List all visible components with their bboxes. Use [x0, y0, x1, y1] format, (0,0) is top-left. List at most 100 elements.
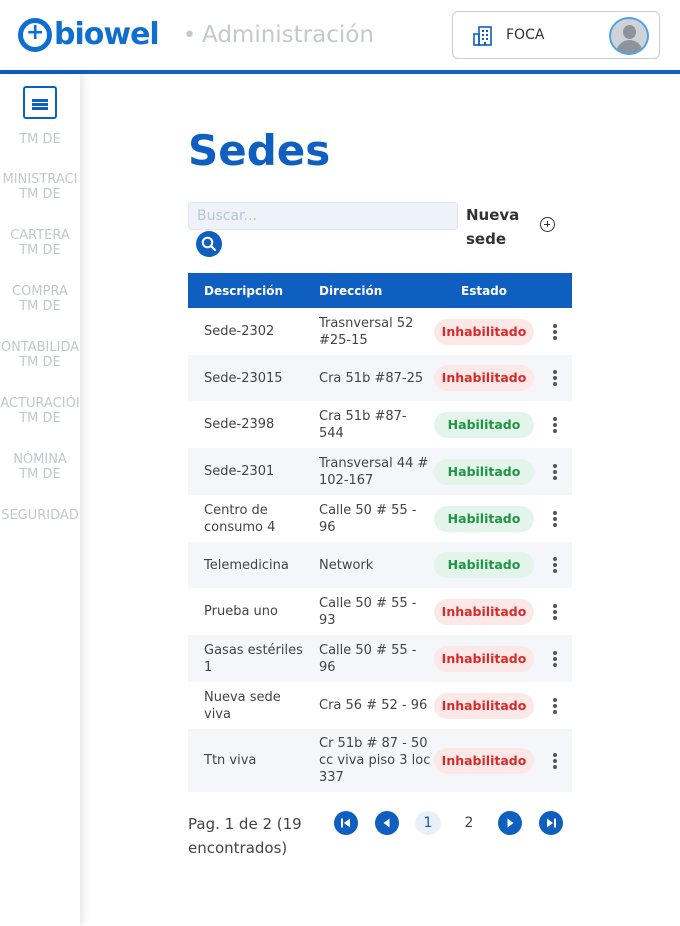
organization-name: FOCA: [506, 27, 545, 43]
menu-toggle-button[interactable]: [23, 86, 57, 119]
sidebar-item-label: CARTERA: [10, 228, 70, 243]
column-header-direccion: Dirección: [319, 284, 383, 298]
cell-direccion: Calle 50 # 55 - 96: [319, 502, 417, 535]
user-avatar[interactable]: [609, 17, 649, 55]
brand-logo[interactable]: biowel: [18, 17, 160, 52]
table-row: Centro de consumo 4 Calle 50 # 55 - 96 Hab…: [188, 495, 572, 542]
sidebar-item-label: MINISTRACI: [2, 172, 78, 187]
cell-descripcion: Nueva sede viva: [204, 689, 281, 722]
sidebar-item-label: NÓMINA: [13, 452, 67, 467]
cell-direccion: Calle 50 # 55 - 96: [319, 642, 417, 675]
cell-direccion: Cra 51b #87-544: [319, 408, 407, 441]
sidebar-item-label: SEGURIDAD: [1, 508, 79, 523]
status-badge: Inhabilitado: [434, 598, 534, 625]
section-name: Administración: [201, 22, 374, 48]
organization-selector[interactable]: FOCA: [452, 11, 660, 59]
cell-direccion: Cr 51b # 87 - 50 cc viva piso 3 loc 337: [319, 736, 431, 785]
row-actions-icon[interactable]: [548, 555, 562, 575]
table-header: Descripción Dirección Estado: [188, 273, 572, 308]
sidebar-item-sublabel: TM DE: [19, 411, 61, 426]
cell-descripcion: Sede-2301: [204, 464, 275, 479]
sidebar-item-sublabel: TM DE: [19, 243, 61, 258]
status-badge: Inhabilitado: [434, 747, 534, 774]
table-row: Sede-2301 Transversal 44 # 102-167 Habilit…: [188, 448, 572, 495]
table-row: Nueva sede viva Cra 56 # 52 - 96 Inhabilit…: [188, 682, 572, 729]
page-number-2[interactable]: 2: [456, 811, 482, 835]
page-number-1[interactable]: 1: [415, 811, 441, 835]
page-title: Sedes: [188, 126, 331, 175]
sidebar-item-contabilidad[interactable]: ONTABILIDA TM DE: [0, 340, 80, 370]
building-icon: [473, 26, 492, 46]
table-row: Sede-2302 Trasnversal 52 #25-15 Inhabilita…: [188, 308, 572, 355]
sidebar-item-compra[interactable]: COMPRA TM DE: [0, 284, 80, 314]
cell-direccion: Cra 56 # 52 - 96: [319, 698, 428, 713]
status-badge: Habilitado: [434, 458, 534, 485]
sidebar-item-label: ONTABILIDA: [0, 340, 80, 355]
search-icon: [201, 236, 217, 252]
first-page-icon: [341, 818, 350, 828]
sidebar-item-nomina[interactable]: NÓMINA TM DE: [0, 452, 80, 482]
chevron-left-icon: [383, 818, 390, 828]
first-page-button[interactable]: [334, 811, 358, 835]
add-circle-icon[interactable]: [540, 217, 555, 232]
pagination-info: Pag. 1 de 2 (19 encontrados): [188, 815, 302, 857]
chevron-right-icon: [507, 818, 514, 828]
sidebar-item-facturacion[interactable]: ACTURACIÓI TM DE: [0, 396, 80, 426]
cell-descripcion: Gasas estériles 1: [204, 642, 303, 675]
cell-descripcion: Ttn viva: [204, 753, 257, 768]
previous-page-button[interactable]: [375, 811, 399, 835]
sidebar-item-label: COMPRA: [12, 284, 68, 299]
sidebar-item-cartera[interactable]: CARTERA TM DE: [0, 228, 80, 258]
row-actions-icon[interactable]: [548, 509, 562, 529]
cell-direccion: Network: [319, 557, 374, 573]
status-badge: Inhabilitado: [434, 692, 534, 719]
sidebar-item-sublabel: TM DE: [19, 299, 61, 314]
cell-descripcion: Sede-2398: [204, 417, 275, 432]
sidebar-item-tm[interactable]: TM DE: [0, 132, 80, 147]
cell-descripcion: Sede-2302: [204, 324, 275, 339]
status-badge: Habilitado: [434, 505, 534, 532]
table-row: Gasas estériles 1 Calle 50 # 55 - 96 Inhab…: [188, 635, 572, 682]
table-row: Prueba uno Calle 50 # 55 - 93 Inhabilitado: [188, 588, 572, 635]
cell-descripcion: Centro de consumo 4: [204, 502, 276, 535]
sidebar-item-label: ACTURACIÓI: [0, 396, 80, 411]
row-actions-icon[interactable]: [548, 462, 562, 482]
row-actions-icon[interactable]: [548, 649, 562, 669]
last-page-icon: [547, 818, 556, 828]
sedes-table: Descripción Dirección Estado Sede-2302 Tr…: [188, 273, 572, 800]
status-badge: Inhabilitado: [434, 645, 534, 672]
status-badge: Habilitado: [434, 411, 534, 438]
section-label: • Administración: [183, 22, 374, 48]
new-sede-label[interactable]: Nueva sede: [466, 203, 536, 251]
sidebar: TM DE MINISTRACI TM DE CARTERA TM DE COM…: [0, 74, 80, 926]
row-actions-icon[interactable]: [548, 696, 562, 716]
cell-descripcion: Sede-23015: [204, 370, 283, 386]
next-page-button[interactable]: [498, 811, 522, 835]
last-page-button[interactable]: [539, 811, 563, 835]
sidebar-item-seguridad[interactable]: SEGURIDAD: [0, 508, 80, 523]
cell-direccion: Cra 51b #87-25: [319, 370, 424, 386]
search-input[interactable]: [188, 202, 458, 230]
sidebar-item-label: TM DE: [19, 132, 61, 147]
status-badge: Inhabilitado: [434, 318, 534, 345]
sidebar-item-sublabel: TM DE: [19, 355, 61, 370]
sidebar-item-administracion[interactable]: MINISTRACI TM DE: [0, 172, 80, 202]
row-actions-icon[interactable]: [548, 415, 562, 435]
row-actions-icon[interactable]: [548, 322, 562, 342]
top-header: biowel •Administración FOCA: [0, 0, 680, 70]
row-actions-icon[interactable]: [548, 368, 562, 388]
sidebar-item-sublabel: TM DE: [19, 467, 61, 482]
search-button[interactable]: [196, 231, 222, 257]
table-body: Sede-2302 Trasnversal 52 #25-15 Inhabilita…: [188, 308, 572, 792]
row-actions-icon[interactable]: [548, 602, 562, 622]
logo-text: biowel: [54, 17, 160, 52]
cell-direccion: Trasnversal 52 #25-15: [319, 315, 414, 348]
logo-icon: [18, 17, 52, 52]
table-row: Sede-2398 Cra 51b #87-544 Habilitado: [188, 401, 572, 448]
status-badge: Inhabilitado: [434, 365, 534, 391]
status-badge: Habilitado: [434, 552, 534, 578]
table-row: Sede-23015 Cra 51b #87-25 Inhabilitado: [188, 355, 572, 401]
table-row: Ttn viva Cr 51b # 87 - 50 cc viva piso 3 …: [188, 729, 572, 792]
cell-direccion: Calle 50 # 55 - 93: [319, 595, 417, 628]
row-actions-icon[interactable]: [548, 751, 562, 771]
